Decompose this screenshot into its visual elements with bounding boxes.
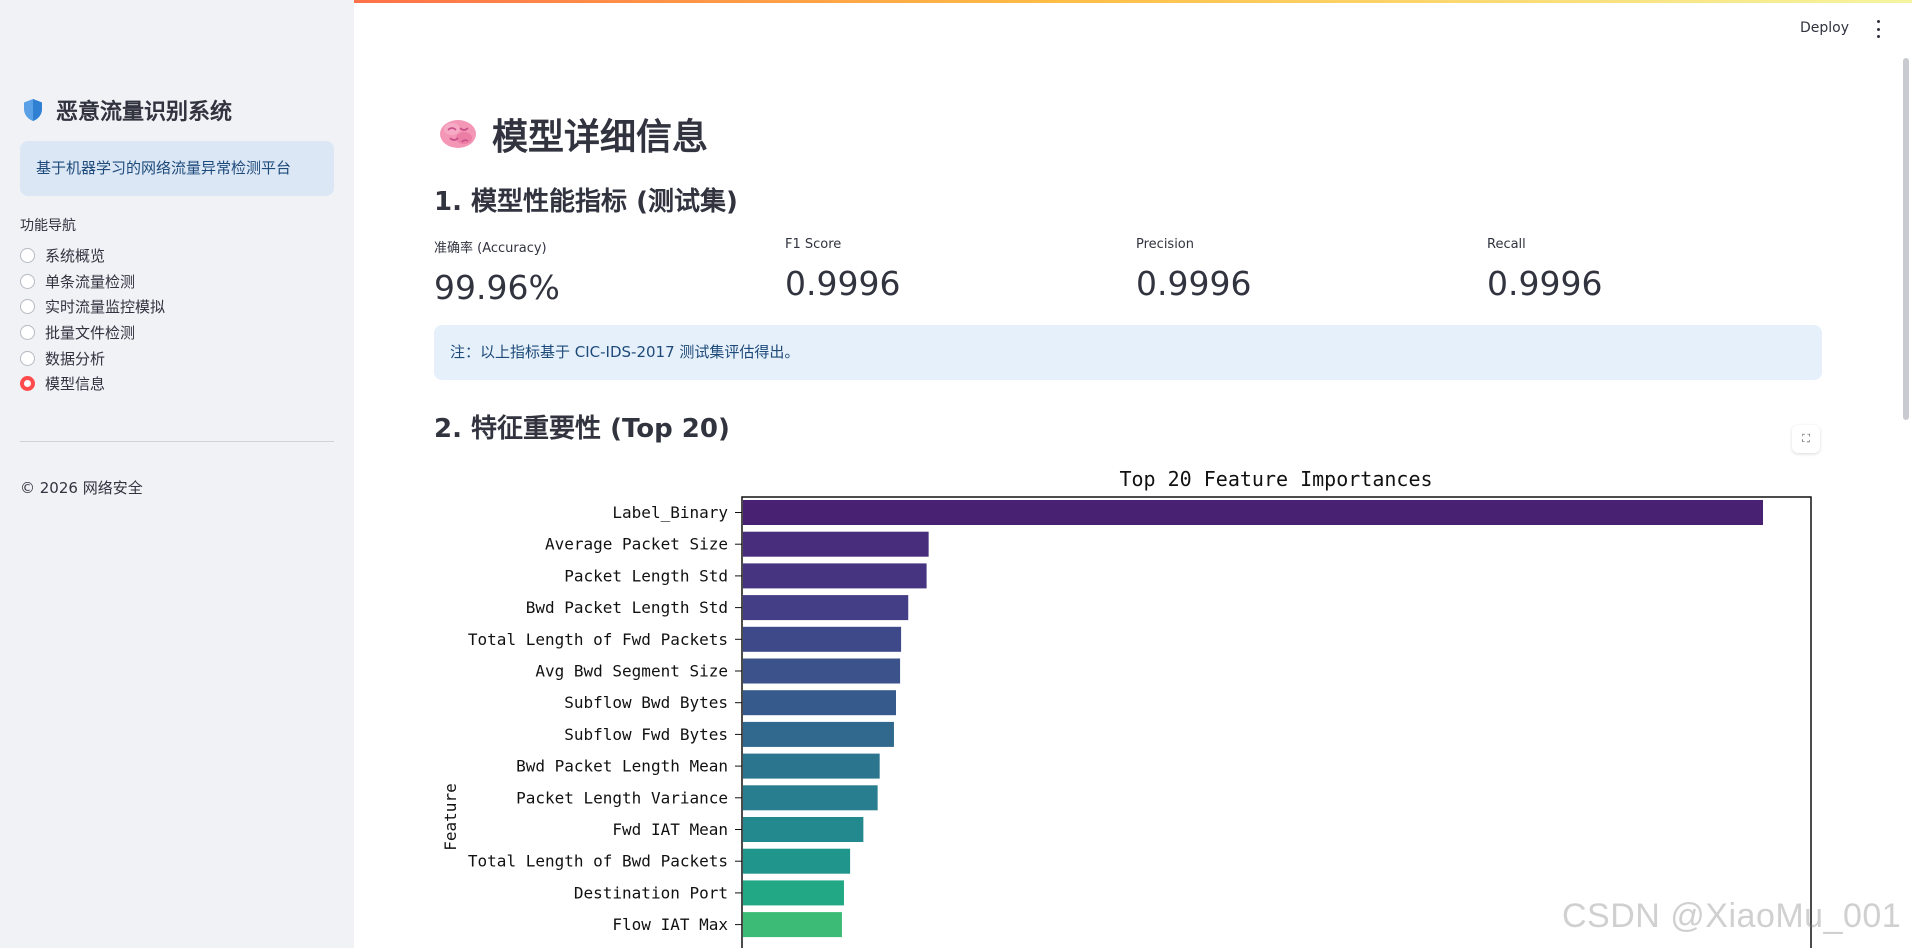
- nav-item-data-analysis[interactable]: 数据分析: [20, 345, 165, 371]
- bar: [743, 880, 844, 906]
- shield-icon: [24, 99, 42, 121]
- chart-title: Top 20 Feature Importances: [1119, 467, 1432, 491]
- metric-value: 0.9996: [1487, 264, 1603, 303]
- nav-item-single-detection[interactable]: 单条流量检测: [20, 269, 165, 295]
- bar: [743, 595, 909, 621]
- nav-item-label: 数据分析: [45, 349, 106, 368]
- metric-precision: Precision 0.9996: [1136, 237, 1251, 303]
- page-title-text: 模型详细信息: [492, 117, 709, 158]
- sidebar: 恶意流量识别系统 基于机器学习的网络流量异常检测平台 功能导航 系统概览 单条流…: [0, 0, 354, 948]
- metric-label: Precision: [1136, 237, 1195, 252]
- bar: [743, 500, 1763, 525]
- y-tick-label: Bwd Packet Length Mean: [516, 757, 728, 776]
- y-tick-label: Bwd Packet Length Std: [526, 598, 728, 617]
- nav-item-label: 单条流量检测: [45, 272, 136, 291]
- bar: [743, 563, 927, 589]
- more-options-icon[interactable]: [1870, 20, 1886, 38]
- sidebar-footer: © 2026 网络安全: [20, 479, 143, 497]
- brain-icon: [440, 120, 476, 148]
- sidebar-divider: [20, 441, 334, 442]
- bar: [743, 848, 851, 874]
- metric-label: F1 Score: [785, 237, 842, 252]
- metric-value: 0.9996: [785, 264, 901, 303]
- nav-item-label: 批量文件检测: [45, 324, 136, 343]
- bar: [743, 690, 896, 716]
- y-tick-label: Total Length of Bwd Packets: [468, 852, 728, 871]
- section-heading-feature-importance: 2. 特征重要性 (Top 20): [434, 414, 730, 444]
- metric-label: Recall: [1487, 237, 1526, 252]
- y-tick-label: Flow IAT Max: [612, 915, 728, 934]
- feature-importance-chart: Top 20 Feature Importances Label_Binary A…: [441, 467, 1812, 948]
- radio-button-selected[interactable]: [20, 376, 35, 392]
- radio-button[interactable]: [20, 273, 35, 289]
- sidebar-title: 恶意流量识别系统: [22, 94, 232, 126]
- bar: [743, 626, 902, 652]
- bar: [743, 817, 864, 842]
- bar: [743, 912, 842, 938]
- bar: [743, 785, 878, 811]
- y-tick-label: Packet Length Variance: [516, 788, 728, 807]
- nav-item-model-info[interactable]: 模型信息: [20, 371, 165, 397]
- radio-button[interactable]: [20, 248, 35, 264]
- metric-value: 0.9996: [1136, 264, 1252, 303]
- y-tick-label: Label_Binary: [612, 503, 728, 522]
- page-title: 模型详细信息: [438, 108, 708, 160]
- y-tick-label: Avg Bwd Segment Size: [535, 662, 728, 681]
- bar: [743, 658, 901, 684]
- bar: [743, 753, 880, 779]
- section-heading-metrics: 1. 模型性能指标 (测试集): [434, 187, 738, 217]
- nav-item-label: 系统概览: [45, 247, 106, 266]
- watermark-text: CSDN @XiaoMu_001: [1562, 897, 1902, 935]
- y-tick-label: Fwd IAT Mean: [612, 820, 728, 839]
- sidebar-info-box: 基于机器学习的网络流量异常检测平台: [20, 141, 334, 196]
- nav-item-label: 模型信息: [45, 375, 106, 394]
- y-tick-label: Subflow Fwd Bytes: [564, 725, 728, 744]
- metric-label: 准确率 (Accuracy): [434, 241, 547, 256]
- y-tick-label: Destination Port: [574, 883, 728, 902]
- nav-item-batch-detection[interactable]: 批量文件检测: [20, 320, 165, 346]
- y-tick-label: Average Packet Size: [545, 535, 728, 554]
- deploy-button[interactable]: Deploy: [1800, 20, 1849, 36]
- bar: [743, 721, 894, 747]
- y-axis-label: Feature: [441, 783, 460, 850]
- y-tick-label: Total Length of Fwd Packets: [468, 630, 728, 649]
- nav-item-system-overview[interactable]: 系统概览: [20, 243, 165, 269]
- nav-radio-group: 系统概览 单条流量检测 实时流量监控模拟 批量文件检测 数据分析 模型信息: [20, 243, 165, 397]
- info-note: 注：以上指标基于 CIC-IDS-2017 测试集评估得出。: [434, 325, 1822, 380]
- metric-value: 99.96%: [434, 268, 560, 307]
- y-tick-label: Subflow Bwd Bytes: [564, 693, 728, 712]
- radio-button[interactable]: [20, 350, 35, 366]
- nav-item-realtime-monitor[interactable]: 实时流量监控模拟: [20, 294, 165, 320]
- bar: [743, 531, 929, 557]
- radio-button[interactable]: [20, 299, 35, 315]
- y-tick-label: Packet Length Std: [564, 566, 728, 585]
- metric-recall: Recall 0.9996: [1487, 237, 1602, 303]
- nav-item-label: 实时流量监控模拟: [45, 298, 166, 317]
- metric-accuracy: 准确率 (Accuracy) 99.96%: [434, 237, 560, 307]
- scrollbar-thumb[interactable]: [1903, 58, 1909, 420]
- radio-button[interactable]: [20, 325, 35, 341]
- nav-caption: 功能导航: [20, 218, 76, 234]
- metric-f1: F1 Score 0.9996: [785, 237, 900, 303]
- sidebar-title-text: 恶意流量识别系统: [56, 100, 233, 125]
- fullscreen-icon[interactable]: ⛶: [1792, 425, 1820, 453]
